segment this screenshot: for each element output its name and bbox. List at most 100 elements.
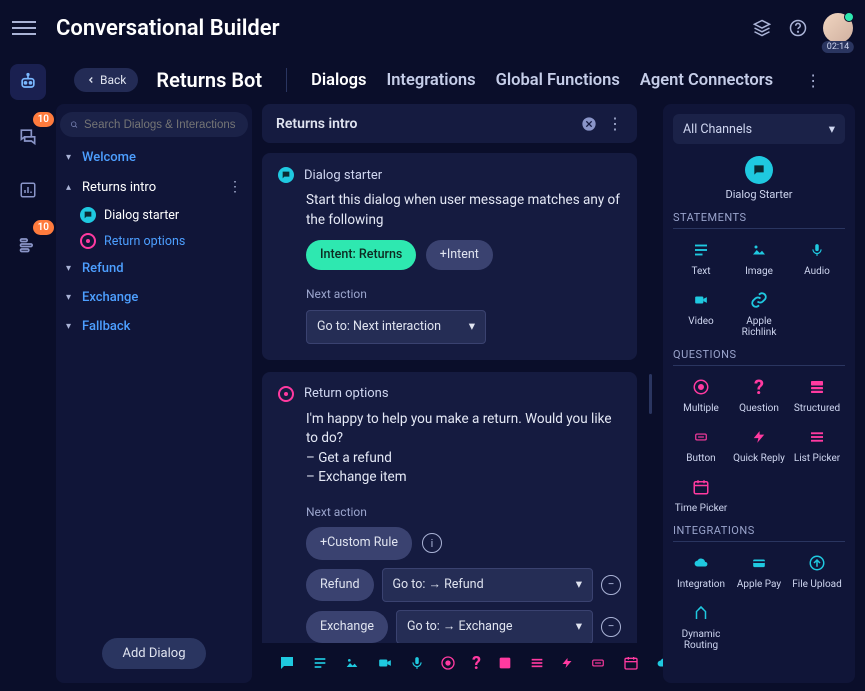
pal-listpicker[interactable]: List Picker <box>789 422 845 466</box>
next-action-select[interactable]: Go to: Next interaction ▾ <box>306 310 486 344</box>
select-value: Go to: → Exchange <box>407 618 513 636</box>
chevron-down-icon: ▾ <box>469 318 475 336</box>
tab-agent-connectors[interactable]: Agent Connectors <box>640 71 773 90</box>
tree-sub-label: Return options <box>104 234 185 249</box>
rail-bot-builder[interactable] <box>10 64 46 100</box>
app-title: Conversational Builder <box>56 16 280 41</box>
rule-chip-refund[interactable]: Refund <box>306 569 374 601</box>
tree-label: Exchange <box>82 290 138 305</box>
tree-dialog-starter[interactable]: Dialog starter <box>60 202 248 228</box>
rail-campaigns[interactable]: 10 <box>10 226 46 262</box>
select-value: Go to: → Refund <box>393 576 484 594</box>
palette-label: Structured <box>789 403 845 414</box>
conversations-badge: 10 <box>33 112 54 127</box>
user-avatar[interactable]: 02:14 <box>823 13 853 43</box>
tree-sub-label: Dialog starter <box>104 208 179 223</box>
tree-return-options[interactable]: Return options <box>60 228 248 254</box>
palette-label: Multiple <box>673 403 729 414</box>
tree-exchange[interactable]: ▾Exchange <box>60 283 248 312</box>
context-more-icon[interactable]: ⋮ <box>805 71 821 90</box>
pal-fileupload[interactable]: File Upload <box>789 548 845 592</box>
remove-rule-button[interactable]: − <box>601 575 621 595</box>
starter-desc: Start this dialog when user message matc… <box>306 191 621 230</box>
dialog-close-icon[interactable] <box>581 116 597 132</box>
add-custom-rule-button[interactable]: +Custom Rule <box>306 527 412 559</box>
tb-video-icon[interactable] <box>376 653 394 673</box>
tab-global-functions[interactable]: Global Functions <box>496 71 620 90</box>
pal-video[interactable]: Video <box>673 285 729 340</box>
palette-label: Apple Pay <box>731 579 787 590</box>
tb-list-icon[interactable] <box>529 653 545 673</box>
pal-applepay[interactable]: Apple Pay <box>731 548 787 592</box>
bot-name: Returns Bot <box>156 68 262 92</box>
palette-label: Integration <box>673 579 729 590</box>
session-timer: 02:14 <box>822 41 854 53</box>
pal-question[interactable]: ?Question <box>731 372 787 416</box>
card-label: Return options <box>304 386 389 401</box>
tb-time-icon[interactable] <box>623 653 639 673</box>
select-value: Go to: Next interaction <box>317 318 441 336</box>
rail-conversations[interactable]: 10 <box>10 118 46 154</box>
tree-refund[interactable]: ▾Refund <box>60 254 248 283</box>
tb-structured-icon[interactable] <box>497 653 513 673</box>
interaction-toolbar: ? <box>262 643 637 683</box>
select-value: All Channels <box>683 122 752 137</box>
tree-welcome[interactable]: ▾Welcome <box>60 143 248 172</box>
tree-fallback[interactable]: ▾Fallback <box>60 312 248 341</box>
palette-label: Dynamic Routing <box>673 629 729 651</box>
resize-handle[interactable] <box>647 104 653 683</box>
menu-button[interactable] <box>12 16 36 40</box>
pal-quickreply[interactable]: Quick Reply <box>731 422 787 466</box>
pal-dynamic-routing[interactable]: Dynamic Routing <box>673 598 729 653</box>
palette-label: Text <box>673 266 729 277</box>
tree-label: Fallback <box>82 319 130 334</box>
tab-dialogs[interactable]: Dialogs <box>311 71 366 90</box>
tb-button-icon[interactable] <box>589 653 607 673</box>
section-integrations: INTEGRATIONS <box>673 524 845 542</box>
tb-text-icon[interactable] <box>312 653 328 673</box>
tree-returns-intro[interactable]: ▴Returns intro⋮ <box>60 172 248 202</box>
palette-dialog-starter[interactable]: Dialog Starter <box>673 156 845 201</box>
back-button[interactable]: Back <box>74 68 138 92</box>
pal-text[interactable]: Text <box>673 235 729 279</box>
pal-integration[interactable]: Integration <box>673 548 729 592</box>
tb-radio-icon[interactable] <box>440 653 456 673</box>
pal-timepicker[interactable]: Time Picker <box>673 472 729 516</box>
tab-integrations[interactable]: Integrations <box>386 71 475 90</box>
tb-chat-icon[interactable] <box>278 653 296 673</box>
chevron-down-icon: ▾ <box>829 121 835 137</box>
pal-multiple[interactable]: Multiple <box>673 372 729 416</box>
channel-select[interactable]: All Channels ▾ <box>673 114 845 144</box>
search-input[interactable] <box>84 119 238 131</box>
add-intent-button[interactable]: +Intent <box>426 240 493 270</box>
pal-structured[interactable]: Structured <box>789 372 845 416</box>
tb-question-icon[interactable]: ? <box>472 653 481 673</box>
pal-image[interactable]: Image <box>731 235 787 279</box>
info-icon[interactable]: i <box>422 533 442 553</box>
rail-analytics[interactable] <box>10 172 46 208</box>
layers-icon[interactable] <box>751 17 773 39</box>
dialog-starter-card: Dialog starter Start this dialog when us… <box>262 153 637 360</box>
dialog-more-icon[interactable]: ⋮ <box>607 114 623 133</box>
intent-chip[interactable]: Intent: Returns <box>306 240 416 270</box>
help-icon[interactable] <box>787 17 809 39</box>
rule-chip-exchange[interactable]: Exchange <box>306 611 388 643</box>
divider <box>286 68 287 92</box>
add-dialog-button[interactable]: Add Dialog <box>102 638 205 669</box>
rule-select-refund[interactable]: Go to: → Refund▾ <box>382 568 593 602</box>
tb-bolt-icon[interactable] <box>561 653 573 673</box>
section-statements: STATEMENTS <box>673 211 845 229</box>
search-dialogs[interactable] <box>60 112 248 137</box>
palette-label: Dialog Starter <box>673 188 845 201</box>
tree-item-more-icon[interactable]: ⋮ <box>228 179 242 195</box>
dialog-title: Returns intro <box>276 116 571 132</box>
tb-image-icon[interactable] <box>344 653 360 673</box>
tb-mic-icon[interactable] <box>410 653 424 673</box>
chevron-down-icon: ▾ <box>576 618 582 636</box>
pal-audio[interactable]: Audio <box>789 235 845 279</box>
palette-label: Button <box>673 453 729 464</box>
remove-rule-button[interactable]: − <box>601 617 621 637</box>
pal-richlink[interactable]: Apple Richlink <box>731 285 787 340</box>
pal-button[interactable]: Button <box>673 422 729 466</box>
rule-select-exchange[interactable]: Go to: → Exchange ▾ <box>396 610 593 643</box>
